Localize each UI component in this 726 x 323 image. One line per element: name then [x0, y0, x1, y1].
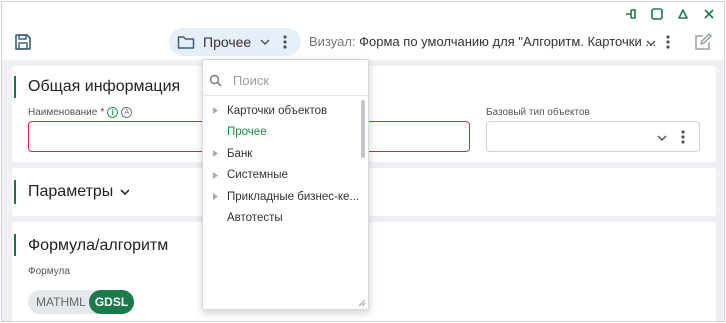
- section-title[interactable]: Параметры: [28, 183, 131, 201]
- resize-grip-icon[interactable]: [359, 300, 365, 306]
- save-icon[interactable]: [14, 33, 32, 51]
- expand-arrow-icon[interactable]: [213, 107, 218, 115]
- search-input[interactable]: [233, 72, 353, 88]
- chevron-down-icon[interactable]: [656, 133, 668, 143]
- scrollbar[interactable]: [361, 100, 365, 158]
- folder-list-item[interactable]: Банк: [203, 143, 363, 165]
- folder-list: Карточки объектов Прочее Банк Системные Прик…: [203, 100, 363, 229]
- expand-arrow-icon[interactable]: [213, 193, 218, 201]
- name-label: Наименование * i A: [28, 107, 133, 118]
- auto-icon[interactable]: A: [121, 107, 133, 118]
- folder-list-item[interactable]: Прочее: [203, 122, 363, 144]
- visual-key: Визуал:: [309, 34, 356, 49]
- expand-arrow-icon[interactable]: [213, 150, 218, 158]
- kebab-menu-icon[interactable]: [680, 129, 686, 145]
- folder-list-item[interactable]: Системные: [203, 165, 363, 187]
- app-window: Прочее Визуал: Форма по умолчанию для "А…: [1, 1, 725, 322]
- formula-label: Формула: [28, 266, 70, 277]
- parameters-title: Параметры: [28, 183, 114, 200]
- divider: [203, 95, 368, 96]
- toggle-option-gdsl[interactable]: GDSL: [89, 290, 134, 314]
- base-type-label: Базовый тип объектов: [486, 107, 590, 118]
- folder-list-item-label: Прочее: [227, 126, 267, 139]
- visual-selector[interactable]: Визуал: Форма по умолчанию для "Алгоритм…: [309, 34, 656, 49]
- info-icon[interactable]: i: [107, 107, 119, 118]
- folder-list-item-label: Карточки объектов: [227, 104, 328, 117]
- kebab-menu-icon[interactable]: [282, 34, 288, 50]
- required-mark: *: [100, 107, 105, 118]
- toolbar: Прочее Визуал: Форма по умолчанию для "А…: [2, 26, 724, 58]
- toggle-option-mathml[interactable]: MATHML: [36, 295, 86, 309]
- folder-selector[interactable]: Прочее: [169, 28, 301, 56]
- folder-list-item[interactable]: Прикладные бизнес-ке...: [203, 186, 363, 208]
- dropdown-search: [209, 70, 359, 90]
- visual-value: Форма по умолчанию для "Алгоритм. Карточ…: [359, 34, 657, 49]
- folder-list-item[interactable]: Автотесты: [203, 208, 363, 230]
- formula-format-toggle: MATHML GDSL: [28, 290, 134, 314]
- section-accent-bar: [14, 234, 16, 256]
- section-accent-bar: [14, 76, 16, 98]
- window-controls: [624, 7, 716, 21]
- search-icon: [209, 74, 222, 87]
- folder-list-item-label: Системные: [227, 169, 288, 182]
- name-label-text: Наименование: [28, 107, 98, 118]
- chevron-down-icon[interactable]: [119, 187, 131, 197]
- base-type-select[interactable]: [486, 121, 700, 152]
- expand-arrow-icon[interactable]: [213, 171, 218, 179]
- folder-list-item-label: Прикладные бизнес-ке...: [227, 190, 360, 203]
- maximize-icon[interactable]: [650, 7, 664, 21]
- chevron-down-icon[interactable]: [259, 37, 271, 47]
- kebab-menu-icon[interactable]: [665, 34, 671, 50]
- edit-icon[interactable]: [694, 33, 712, 51]
- collapse-icon[interactable]: [676, 7, 690, 21]
- folder-icon: [177, 36, 195, 49]
- chevron-down-icon[interactable]: [645, 38, 657, 48]
- close-icon[interactable]: [702, 7, 716, 21]
- section-title: Общая информация: [28, 78, 181, 95]
- folder-list-item[interactable]: Карточки объектов: [203, 100, 363, 122]
- folder-list-item-label: Автотесты: [227, 212, 283, 225]
- folder-list-item-label: Банк: [227, 147, 253, 160]
- folder-label: Прочее: [203, 34, 252, 50]
- pin-icon[interactable]: [624, 7, 638, 21]
- section-accent-bar: [14, 180, 16, 204]
- section-title: Формула/алгоритм: [28, 237, 169, 254]
- folder-dropdown: Карточки объектов Прочее Банк Системные Прик…: [202, 59, 369, 310]
